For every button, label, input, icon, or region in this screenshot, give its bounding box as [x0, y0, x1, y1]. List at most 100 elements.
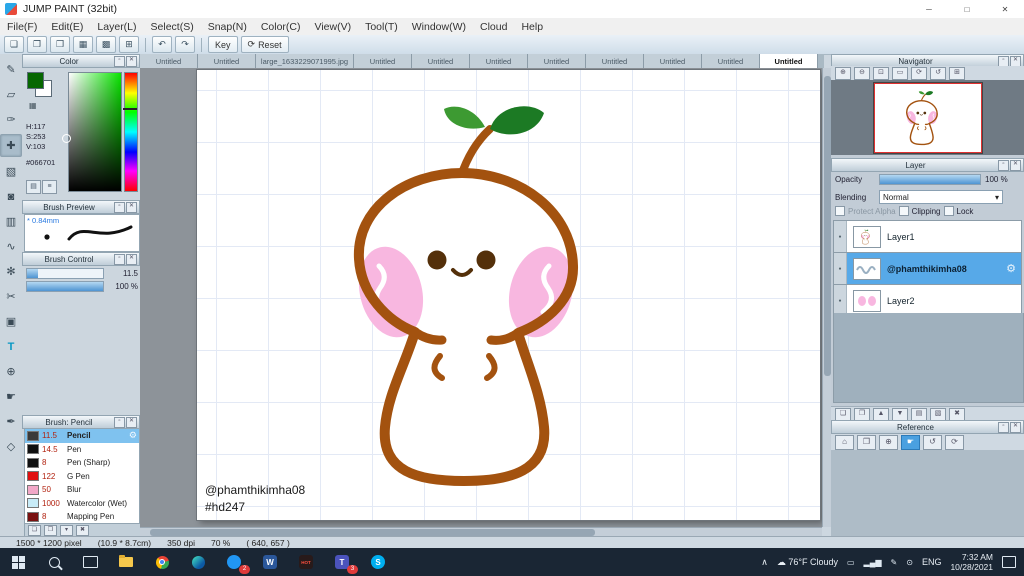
menu-file[interactable]: File(F) — [0, 21, 44, 33]
fill-tool-icon[interactable]: ◙ — [1, 186, 21, 207]
brush-opacity-slider[interactable] — [26, 281, 104, 292]
edge-button[interactable] — [180, 548, 216, 576]
brush-menu-icon[interactable]: ▾ — [60, 524, 73, 536]
scissors-tool-icon[interactable]: ✂ — [1, 286, 21, 307]
chrome-button[interactable] — [144, 548, 180, 576]
saturation-value-picker[interactable] — [68, 72, 122, 192]
action-center-icon[interactable] — [1002, 556, 1016, 568]
network-icon[interactable]: ▂▄▆ — [864, 558, 882, 567]
snap-grid-icon[interactable]: ⊞ — [119, 36, 139, 53]
menu-edit[interactable]: Edit(E) — [44, 21, 90, 33]
brush-size-slider[interactable] — [26, 268, 104, 279]
protect-alpha-checkbox[interactable] — [835, 206, 845, 216]
brush-row-mapping-pen[interactable]: 8 Mapping Pen — [25, 510, 139, 524]
reference-rotate-cw-icon[interactable]: ⟳ — [945, 434, 964, 450]
reference-hand-icon[interactable]: ☛ — [901, 434, 920, 450]
maximize-button[interactable]: □ — [948, 0, 986, 18]
menu-snap[interactable]: Snap(N) — [201, 21, 254, 33]
add-brush-icon[interactable]: ❏ — [28, 524, 41, 536]
close-button[interactable]: ✕ — [986, 0, 1024, 18]
hand-tool-icon[interactable]: ☛ — [1, 386, 21, 407]
zoom-in-icon[interactable]: ⊕ — [835, 66, 851, 80]
zoom-fit-icon[interactable]: ⊡ — [873, 66, 889, 80]
layer-row-selected[interactable]: ● @phamthikimha08 ⚙ — [833, 253, 1022, 285]
layer-folder-icon[interactable]: ▤ — [911, 407, 927, 421]
skype-button[interactable]: S — [360, 548, 396, 576]
taskbar-search-button[interactable] — [36, 548, 72, 576]
reference-home-icon[interactable]: ⌂ — [835, 434, 854, 450]
panel-collapse-icon[interactable]: ▫ — [114, 201, 125, 213]
blending-dropdown[interactable]: Normal ▾ — [879, 190, 1003, 204]
panel-collapse-icon[interactable]: ▫ — [114, 416, 125, 428]
document-tab[interactable]: Untitled — [198, 54, 256, 68]
pen-input-icon[interactable]: ✎ — [891, 558, 898, 567]
language-indicator[interactable]: ENG — [922, 557, 942, 567]
menu-color[interactable]: Color(C) — [254, 21, 308, 33]
layer-row-layer1[interactable]: ● Layer1 — [833, 220, 1022, 253]
reset-view-icon[interactable]: ⊞ — [949, 66, 965, 80]
marquee-tool-icon[interactable]: ▧ — [1, 161, 21, 182]
panel-close-icon[interactable]: ✕ — [126, 253, 137, 265]
move-layer-down-icon[interactable]: ▼ — [892, 407, 908, 421]
delete-brush-icon[interactable]: ✖ — [76, 524, 89, 536]
layer-opacity-slider[interactable] — [879, 174, 981, 185]
move-tool-icon[interactable]: ✚ — [0, 134, 22, 157]
layer-settings-gear-icon[interactable]: ⚙ — [1006, 262, 1016, 275]
pen-tool-icon[interactable]: ✒ — [1, 411, 21, 432]
open-file-icon[interactable]: ❐ — [27, 36, 47, 53]
drawing-canvas[interactable]: @phamthikimha08 #hd247 — [197, 70, 820, 520]
layer-visibility-toggle[interactable]: ● — [834, 253, 847, 284]
brush-row-g-pen[interactable]: 122 G Pen — [25, 470, 139, 484]
file-explorer-button[interactable] — [108, 548, 144, 576]
brush-settings-gear-icon[interactable]: ⚙ — [129, 430, 137, 441]
panel-collapse-icon[interactable]: ▫ — [114, 253, 125, 265]
reference-zoom-icon[interactable]: ⊕ — [879, 434, 898, 450]
menu-tool[interactable]: Tool(T) — [358, 21, 405, 33]
reset-button[interactable]: ⟳ Reset — [240, 36, 289, 53]
start-button[interactable] — [0, 548, 36, 576]
word-button[interactable]: W — [252, 548, 288, 576]
brush-row-blur[interactable]: 50 Blur — [25, 483, 139, 497]
brush-row-watercolor[interactable]: 1000 Watercolor (Wet) — [25, 497, 139, 511]
battery-icon[interactable]: ▭ — [847, 558, 855, 567]
document-tab[interactable]: large_1633229071995.jpg — [256, 54, 354, 68]
redo-button[interactable]: ↷ — [175, 36, 195, 53]
panel-close-icon[interactable]: ✕ — [1010, 159, 1021, 171]
navigator-thumbnail[interactable] — [873, 82, 982, 153]
duplicate-layer-icon[interactable]: ❐ — [854, 407, 870, 421]
clipping-checkbox[interactable] — [898, 206, 909, 216]
panel-close-icon[interactable]: ✕ — [126, 416, 137, 428]
document-tab[interactable]: Untitled — [702, 54, 760, 68]
move-layer-up-icon[interactable]: ▲ — [873, 407, 889, 421]
menu-view[interactable]: View(V) — [308, 21, 359, 33]
panel-close-icon[interactable]: ✕ — [126, 201, 137, 213]
add-layer-icon[interactable]: ❏ — [835, 407, 851, 421]
minimize-button[interactable]: ─ — [910, 0, 948, 18]
reference-open-icon[interactable]: ❐ — [857, 434, 876, 450]
panel-close-icon[interactable]: ✕ — [1010, 421, 1021, 433]
menu-help[interactable]: Help — [514, 21, 550, 33]
menu-cloud[interactable]: Cloud — [473, 21, 514, 33]
menu-layer[interactable]: Layer(L) — [90, 21, 143, 33]
document-tab[interactable]: Untitled — [528, 54, 586, 68]
shape-tool-icon[interactable]: ◇ — [1, 436, 21, 457]
taskbar-clock[interactable]: 7:32 AM 10/28/2021 — [950, 552, 993, 572]
text-tool-icon[interactable]: T — [1, 336, 21, 357]
panel-collapse-icon[interactable]: ▫ — [998, 55, 1009, 67]
zoom-tool-icon[interactable]: ⊕ — [1, 361, 21, 382]
undo-button[interactable]: ↶ — [152, 36, 172, 53]
hue-slider[interactable] — [124, 72, 138, 192]
grid-toggle-icon[interactable]: ▦ — [73, 36, 93, 53]
eraser-tool-icon[interactable]: ▱ — [1, 84, 21, 105]
palette-grid-icon[interactable]: ▦ — [29, 101, 37, 110]
brush-row-pencil[interactable]: 11.5 Pencil ⚙ — [25, 429, 139, 443]
duplicate-brush-icon[interactable]: ❐ — [44, 524, 57, 536]
magic-wand-tool-icon[interactable]: ✻ — [1, 261, 21, 282]
dropper-tool-icon[interactable]: ✑ — [1, 109, 21, 130]
rotate-ccw-icon[interactable]: ↺ — [930, 66, 946, 80]
document-tab[interactable]: Untitled — [412, 54, 470, 68]
document-tab-active[interactable]: Untitled — [760, 54, 818, 68]
panel-close-icon[interactable]: ✕ — [1010, 55, 1021, 67]
delete-layer-icon[interactable]: ✖ — [949, 407, 965, 421]
horizontal-scrollbar-thumb[interactable] — [150, 529, 595, 536]
